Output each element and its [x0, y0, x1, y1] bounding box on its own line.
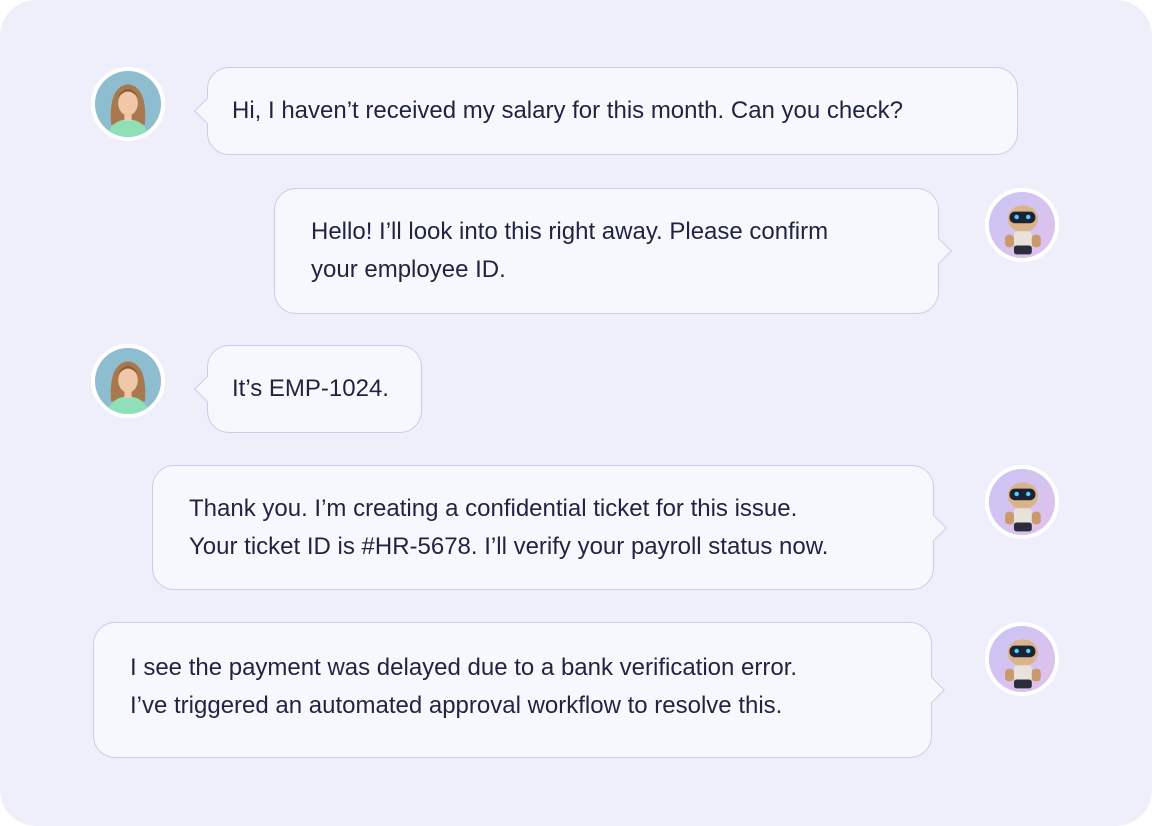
message-text: Hello! I’ll look into this right away. P…	[311, 218, 829, 283]
bubble-tail	[194, 97, 221, 125]
bot-avatar-icon	[985, 622, 1059, 696]
bubble-tail	[918, 676, 945, 704]
message-text: Thank you. I’m creating a confidential t…	[189, 495, 829, 560]
message-text: Hi, I haven’t received my salary for thi…	[232, 97, 903, 124]
bubble-tail	[925, 237, 952, 265]
bubble-tail	[920, 514, 947, 541]
bubble-tail	[194, 375, 221, 403]
bot-avatar-icon	[985, 188, 1059, 262]
message-text: It’s EMP-1024.	[232, 375, 389, 402]
message-bubble-bot-3: I see the payment was delayed due to a b…	[93, 622, 945, 758]
user-avatar-icon	[91, 67, 165, 141]
user-avatar-icon	[91, 344, 165, 418]
message-bubble-bot-2: Thank you. I’m creating a confidential t…	[152, 465, 947, 590]
chat-panel: Hi, I haven’t received my salary for thi…	[0, 0, 1152, 826]
bot-avatar-icon	[985, 465, 1059, 539]
message-bubble-bot-1: Hello! I’ll look into this right away. P…	[274, 188, 952, 314]
message-bubble-user-1: Hi, I haven’t received my salary for thi…	[194, 67, 1018, 155]
message-bubble-user-2: It’s EMP-1024.	[194, 345, 422, 433]
message-text: I see the payment was delayed due to a b…	[130, 654, 798, 719]
